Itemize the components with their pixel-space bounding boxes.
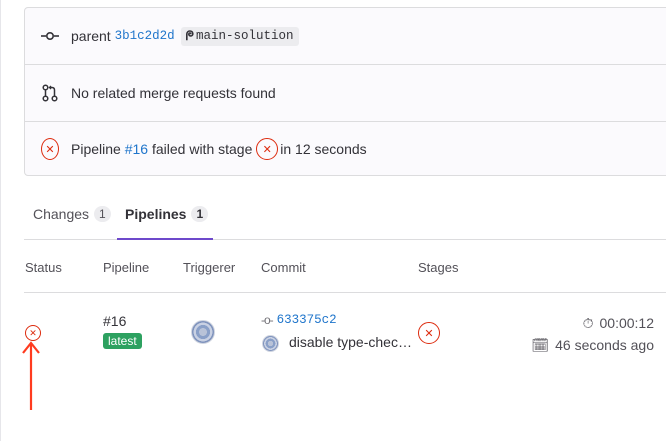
stage-failed-icon[interactable]: ✕ bbox=[256, 138, 279, 160]
row-stage-failed-icon[interactable]: ✕ bbox=[418, 322, 440, 344]
header-status: Status bbox=[25, 260, 62, 275]
tab-pipelines[interactable]: Pipelines 1 bbox=[125, 206, 209, 222]
row-commit-sha[interactable]: 633375c2 bbox=[277, 313, 337, 327]
pipeline-failed-status-icon[interactable]: ✕ bbox=[41, 138, 59, 160]
commit-icon: -o- bbox=[261, 313, 274, 327]
tab-changes-label: Changes bbox=[33, 206, 90, 222]
pipeline-link[interactable]: #16 bbox=[125, 141, 148, 157]
header-commit: Commit bbox=[261, 260, 306, 275]
pipeline-info-row: ✕ Pipeline #16 failed with stage ✕ in 12… bbox=[25, 121, 666, 177]
branch-icon: ᖘ bbox=[185, 28, 195, 44]
parent-commit-link[interactable]: 3b1c2d2d bbox=[115, 29, 175, 43]
commit-author-avatar[interactable] bbox=[262, 335, 279, 352]
row-commit-message[interactable]: disable type-chec… bbox=[289, 334, 412, 350]
active-tab-indicator bbox=[117, 238, 213, 240]
tab-pipelines-count: 1 bbox=[191, 206, 209, 222]
parent-label: parent bbox=[71, 28, 111, 44]
tab-changes[interactable]: Changes 1 bbox=[33, 206, 111, 222]
row-finished-time: 46 seconds ago bbox=[555, 337, 654, 353]
commit-icon bbox=[41, 27, 59, 45]
left-border bbox=[0, 0, 1, 441]
row-duration: 00:00:12 bbox=[599, 315, 655, 331]
merge-requests-row: No related merge requests found bbox=[25, 64, 666, 122]
pipeline-status-text: failed with stage bbox=[151, 141, 253, 157]
row-timing: ⏱ 00:00:12 🗓 46 seconds ago bbox=[531, 313, 654, 355]
merge-request-icon bbox=[41, 83, 59, 102]
pipeline-prefix: Pipeline bbox=[71, 141, 121, 157]
annotation-arrow-icon bbox=[22, 341, 40, 410]
commit-info-row: parent 3b1c2d2d ᖘ main-solution bbox=[25, 8, 666, 65]
calendar-icon: 🗓 bbox=[531, 336, 550, 353]
header-pipeline: Pipeline bbox=[103, 260, 150, 275]
branch-name: main-solution bbox=[196, 29, 294, 43]
header-triggerer: Triggerer bbox=[183, 260, 236, 275]
row-failed-status-icon[interactable]: ✕ bbox=[25, 325, 41, 341]
pipeline-duration-text: in 12 seconds bbox=[280, 141, 367, 157]
mr-tabs: Changes 1 Pipelines 1 bbox=[24, 190, 666, 240]
row-commit: -o- 633375c2 bbox=[261, 313, 337, 327]
merge-request-info-panel: parent 3b1c2d2d ᖘ main-solution No relat… bbox=[24, 7, 666, 176]
timer-icon: ⏱ bbox=[582, 314, 594, 331]
row-pipeline-id[interactable]: #16 bbox=[103, 313, 126, 329]
tab-pipelines-label: Pipelines bbox=[125, 206, 187, 222]
triggerer-avatar[interactable] bbox=[191, 320, 215, 344]
branch-chip[interactable]: ᖘ main-solution bbox=[180, 26, 299, 46]
latest-badge: latest bbox=[103, 333, 142, 349]
header-stages: Stages bbox=[418, 260, 459, 275]
tab-changes-count: 1 bbox=[94, 206, 111, 222]
merge-requests-text: No related merge requests found bbox=[71, 84, 276, 101]
header-divider bbox=[24, 292, 666, 293]
